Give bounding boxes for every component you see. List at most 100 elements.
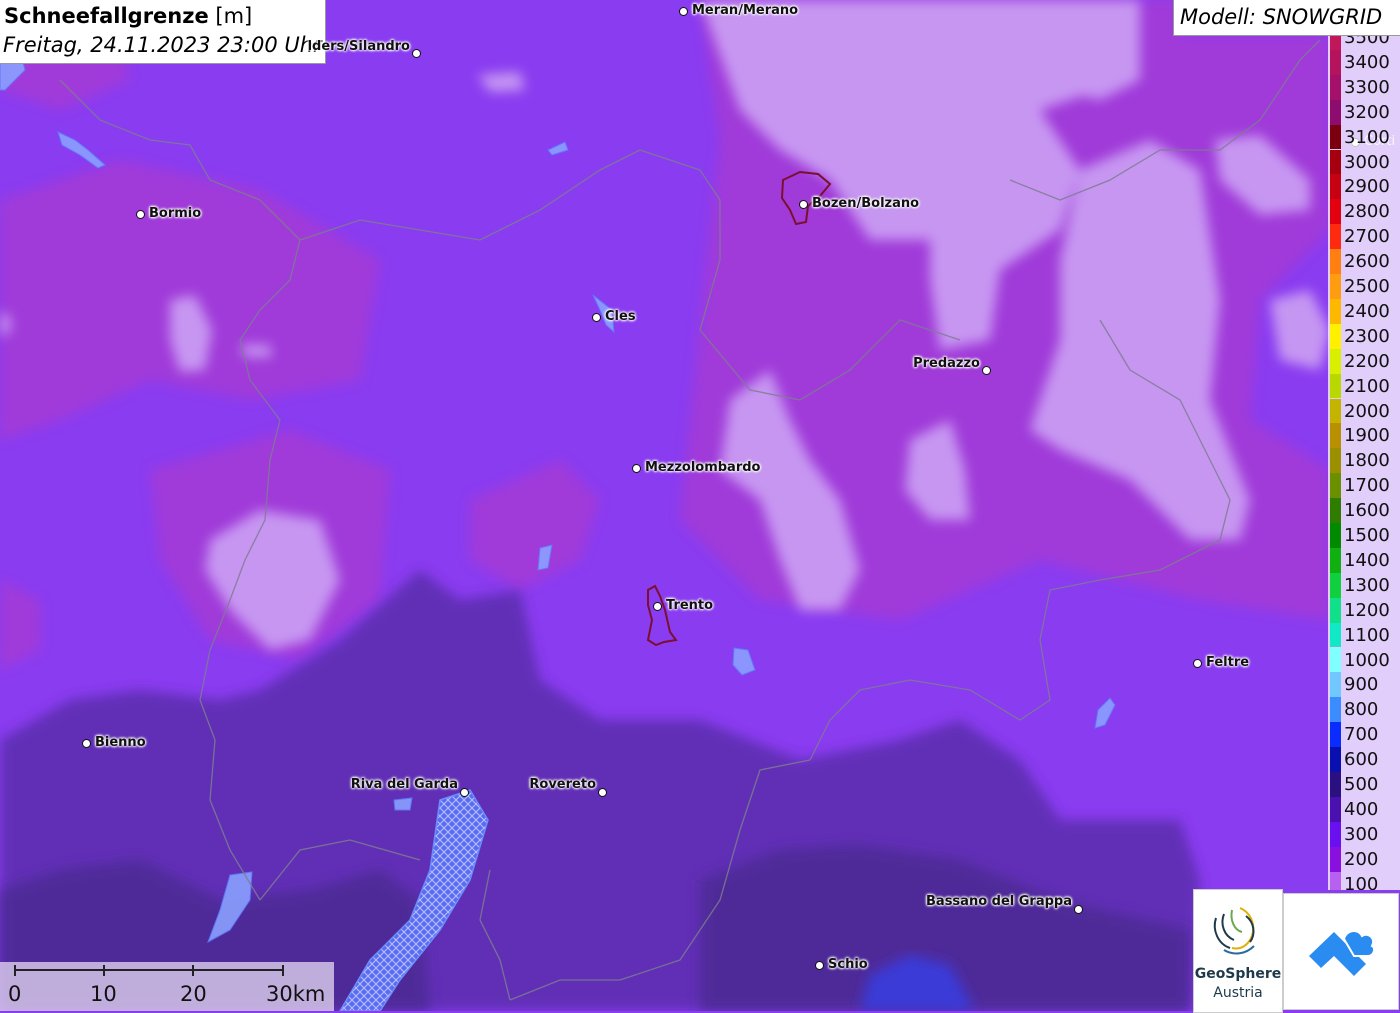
- legend-row: 100: [1328, 871, 1400, 890]
- legend-swatch: [1330, 871, 1341, 890]
- scale-bar: 0 10 20 30km: [0, 962, 334, 1011]
- city-marker[interactable]: [82, 739, 91, 748]
- legend-label: 1100: [1344, 624, 1390, 646]
- legend-label: 2700: [1344, 226, 1390, 248]
- legend-row: 600: [1328, 747, 1400, 772]
- legend-label: 600: [1344, 749, 1379, 771]
- legend-swatch: [1330, 523, 1341, 548]
- city-label: Cles: [605, 309, 636, 324]
- legend-swatch: [1330, 448, 1341, 474]
- legend-swatch: [1330, 74, 1341, 100]
- geosphere-logo-line1: GeoSphere: [1194, 966, 1282, 982]
- legend-swatch: [1330, 249, 1341, 274]
- legend-row: 2100: [1328, 373, 1400, 399]
- city-marker[interactable]: [982, 366, 991, 375]
- legend-row: 1400: [1328, 547, 1400, 573]
- legend-swatch: [1330, 199, 1341, 225]
- legend-label: 2200: [1344, 350, 1390, 372]
- legend-swatch: [1330, 547, 1341, 573]
- city-label: Trento: [666, 598, 714, 613]
- city-marker[interactable]: [136, 210, 145, 219]
- legend-row: 900: [1328, 672, 1400, 698]
- legend-swatch: [1330, 224, 1341, 250]
- legend-row: 400: [1328, 796, 1400, 822]
- legend-label: 1800: [1344, 450, 1390, 472]
- legend-swatch: [1330, 274, 1341, 299]
- legend-row: 3300: [1328, 74, 1400, 100]
- legend-label: 800: [1344, 699, 1379, 721]
- city-marker[interactable]: [632, 464, 641, 473]
- legend-label: 2300: [1344, 325, 1390, 347]
- mountain-cloud-icon: [1309, 930, 1376, 976]
- scale-label-30km: 30km: [266, 982, 326, 1006]
- city-label: Mezzolombardo: [645, 460, 761, 475]
- city-marker[interactable]: [460, 788, 469, 797]
- legend-swatch: [1330, 174, 1341, 200]
- city-marker[interactable]: [598, 788, 607, 797]
- legend-label: 2100: [1344, 375, 1390, 397]
- legend-swatch: [1330, 498, 1341, 523]
- geosphere-logo[interactable]: GeoSphere Austria: [1193, 889, 1283, 1013]
- city-marker[interactable]: [679, 7, 688, 16]
- legend-swatch: [1330, 373, 1341, 399]
- legend-label: 500: [1344, 774, 1379, 795]
- legend-label: 3000: [1344, 151, 1390, 173]
- legend-swatch: [1330, 747, 1341, 772]
- geosphere-emblem-icon: [1213, 907, 1255, 955]
- legend-row: 2200: [1328, 348, 1400, 374]
- legend-label: 2800: [1344, 201, 1390, 223]
- title-box: Schneefallgrenze [m] Freitag, 24.11.2023…: [0, 0, 326, 64]
- legend-row: 2900: [1328, 174, 1400, 200]
- legend-swatch: [1330, 298, 1341, 324]
- legend-label: 2600: [1344, 251, 1390, 273]
- legend-label: 1400: [1344, 549, 1390, 571]
- snowline-map[interactable]: [0, 0, 1400, 1011]
- legend-label: 3200: [1344, 101, 1390, 123]
- legend-row: 1200: [1328, 597, 1400, 623]
- city-label: Meran/Merano: [692, 3, 799, 18]
- city-marker[interactable]: [412, 49, 421, 58]
- city-marker[interactable]: [799, 200, 808, 209]
- legend-row: 300: [1328, 821, 1400, 847]
- legend-swatch: [1330, 672, 1341, 698]
- app-logo[interactable]: [1283, 893, 1399, 1010]
- legend-row: 800: [1328, 697, 1400, 723]
- title-main-bold: Schneefallgrenze: [4, 4, 209, 28]
- legend-row: 3000: [1328, 149, 1400, 175]
- legend-swatch: [1330, 398, 1341, 424]
- city-marker[interactable]: [815, 961, 824, 970]
- legend-label: 1700: [1344, 475, 1390, 497]
- legend-swatch: [1330, 622, 1341, 648]
- legend-row: 1900: [1328, 423, 1400, 449]
- map-title: Schneefallgrenze [m]: [4, 4, 252, 28]
- legend-label: 400: [1344, 798, 1379, 820]
- legend-swatch: [1330, 36, 1341, 50]
- legend-label: 2900: [1344, 176, 1390, 198]
- legend-label: 900: [1344, 674, 1379, 696]
- legend-label: 2400: [1344, 300, 1390, 322]
- legend-swatch: [1330, 821, 1341, 847]
- legend-label: 700: [1344, 724, 1379, 746]
- city-marker[interactable]: [1074, 905, 1083, 914]
- legend-row: 2000: [1328, 398, 1400, 424]
- legend-label: 3500: [1344, 36, 1390, 48]
- legend-row: 500: [1328, 772, 1400, 797]
- city-label: Bienno: [95, 735, 146, 750]
- legend-swatch: [1330, 348, 1341, 374]
- legend-swatch: [1330, 99, 1341, 125]
- city-marker[interactable]: [592, 313, 601, 322]
- legend-swatch: [1330, 49, 1341, 75]
- legend-row: 1500: [1328, 523, 1400, 548]
- scale-label-0: 0: [8, 982, 22, 1006]
- geosphere-logo-line2: Austria: [1213, 985, 1263, 1001]
- legend-label: 1300: [1344, 574, 1390, 596]
- city-marker[interactable]: [1193, 659, 1202, 668]
- map-subtitle: Freitag, 24.11.2023 23:00 Uhr: [3, 33, 322, 57]
- city-label: lders/Silandro: [307, 39, 410, 54]
- legend-row: 1800: [1328, 448, 1400, 474]
- legend-row: 3400: [1328, 49, 1400, 75]
- legend-label: 3100: [1344, 126, 1390, 148]
- city-marker[interactable]: [653, 602, 662, 611]
- legend-row: 1600: [1328, 498, 1400, 523]
- city-label: Rovereto: [529, 777, 596, 792]
